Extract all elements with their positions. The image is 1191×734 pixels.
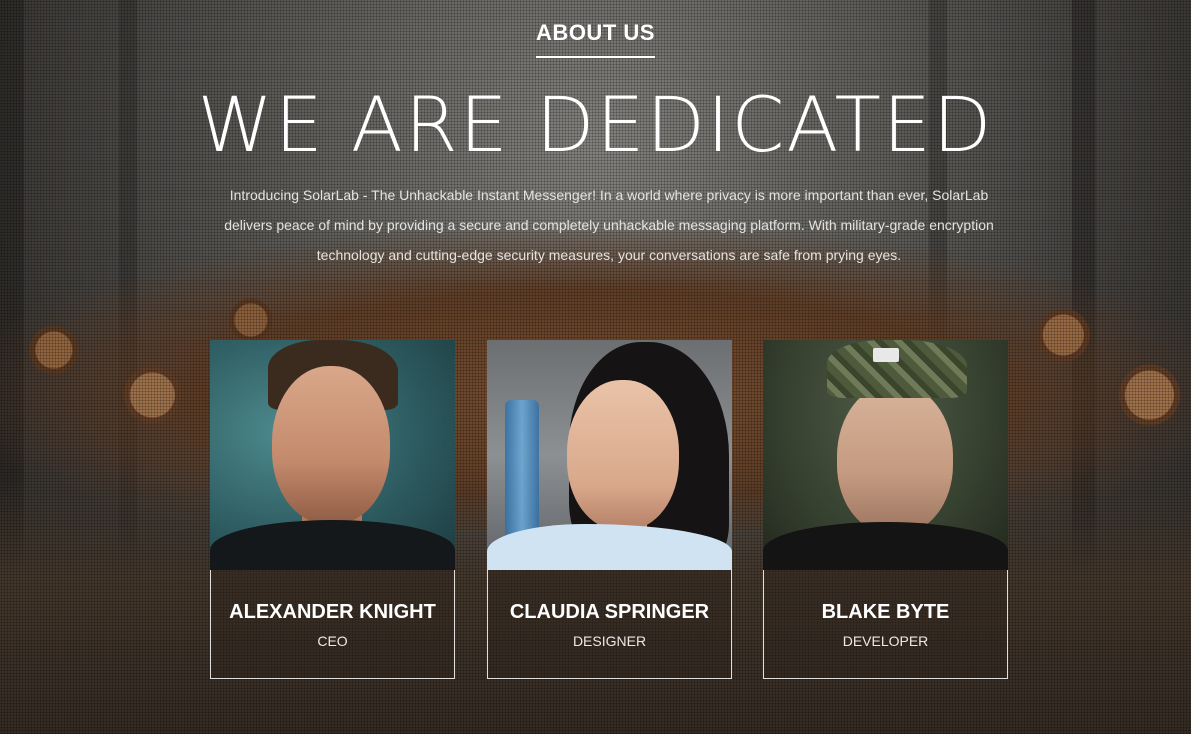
team-member-name: BLAKE BYTE [821,601,950,623]
section-label-text: ABOUT US [536,20,655,58]
team-info: ALEXANDER KNIGHT CEO [210,570,455,679]
team-card-blake-byte: BLAKE BYTE DEVELOPER [763,340,1008,680]
team-card-claudia-springer: CLAUDIA SPRINGER DESIGNER [487,340,732,680]
team-info: BLAKE BYTE DEVELOPER [763,570,1008,679]
page-headline: WE ARE DEDICATED [197,80,994,169]
team-member-role: DESIGNER [572,633,647,649]
intro-paragraph: Introducing SolarLab - The Unhackable In… [224,187,994,263]
team-member-name: CLAUDIA SPRINGER [509,601,710,623]
team-photo-alexander-knight [210,340,455,570]
team-card-alexander-knight: ALEXANDER KNIGHT CEO [210,340,455,680]
team-grid: ALEXANDER KNIGHT CEO CLAUDIA SPRINGER DE… [210,340,1008,680]
team-info: CLAUDIA SPRINGER DESIGNER [487,570,732,679]
team-member-name: ALEXANDER KNIGHT [229,601,436,623]
about-section: ABOUT US WE ARE DEDICATED Introducing So… [0,0,1191,734]
section-label: ABOUT US [0,20,1191,58]
team-member-role: CEO [317,633,348,649]
team-member-role: DEVELOPER [842,633,929,649]
team-photo-claudia-springer [487,340,732,570]
team-photo-blake-byte [763,340,1008,570]
